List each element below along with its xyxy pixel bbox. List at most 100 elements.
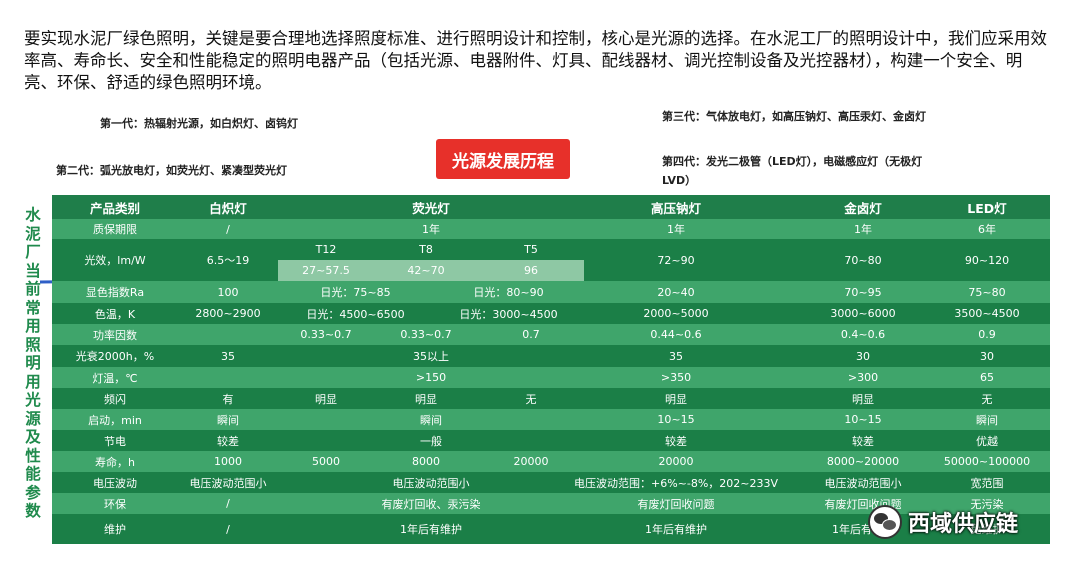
side-title-char: 及 [25, 428, 41, 446]
table-cell: 1000 [214, 455, 242, 468]
table-row: 灯温，℃ >150 >350 >300 65 [52, 367, 1050, 388]
intro-paragraph: 要实现水泥厂绿色照明，关键是要合理地选择照度标准、进行照明设计和控制，核心是光源… [24, 29, 1047, 92]
side-title-char: 源 [25, 409, 41, 428]
table-cell: >300 [847, 371, 879, 384]
table-cell: 色温，K [94, 307, 136, 321]
table-cell: 功率因数 [93, 328, 137, 342]
table-row: 显色指数Ra 100 日光：75~85 日光：80~90 20~40 70~95 75~80 [52, 281, 1050, 303]
table-cell: 高压钠灯 [650, 200, 701, 216]
table-cell: 金卤灯 [844, 200, 882, 216]
table-cell: 日光：3000~4500 [459, 307, 558, 321]
table-cell: 荧光灯 [412, 200, 450, 216]
table-cell: 电压波动范围小 [392, 476, 470, 490]
table-cell: 100 [217, 285, 239, 299]
table-cell: T12 [315, 243, 337, 256]
table-cell: 3500~4500 [954, 307, 1020, 320]
table-row: 启动，min 瞬间 瞬间 10~15 10~15 瞬间 [52, 409, 1050, 430]
table-cell: 6年 [978, 223, 996, 236]
table-header-row: 产品类别 白炽灯 荧光灯 高压钠灯 金卤灯 LED灯 [52, 195, 1050, 219]
side-title-char: 明 [25, 354, 41, 372]
table-cell: 优越 [976, 434, 998, 448]
table-cell: 30 [856, 349, 870, 363]
table-cell: 1年后有维护 [645, 523, 707, 536]
side-title-char: 性 [25, 446, 41, 465]
table-cell: 启动，min [88, 413, 142, 427]
branch-gen3: 第三代：气体放电灯，如高压钠灯、高压汞灯、金卤灯 [662, 110, 926, 123]
table-cell: 明显 [852, 392, 874, 406]
table-cell: 50000~100000 [943, 455, 1031, 468]
table-cell: 20000 [513, 455, 549, 468]
table-cell: 维护 [104, 523, 126, 536]
table-cell: 电压波动范围：+6%~-8%，202~233V [573, 476, 779, 490]
table-cell: 72~90 [657, 253, 695, 267]
table-cell: 0.44~0.6 [650, 328, 702, 341]
table-cell: 1年 [667, 223, 685, 236]
table-row: 光效，lm/W 6.5～19 T12 T8 T5 27~57.5 42~70 96 72~90 7… [52, 239, 1050, 281]
table-cell: 有 [222, 392, 234, 406]
watermark: 西域供应链 [868, 505, 1018, 539]
mindmap-center: 光源发展历程 [436, 139, 570, 179]
table-cell: / [226, 222, 230, 236]
table-cell: 0.9 [978, 328, 996, 341]
table-cell: 无 [525, 392, 537, 406]
side-title: 水泥厂当前常用照明用光源及性能参数 [18, 206, 48, 521]
table-cell: 0.4~0.6 [840, 328, 886, 341]
wechat-logo-icon [868, 505, 902, 539]
table-cell: 42~70 [374, 260, 478, 281]
table-row: 节电 较差 一般 较差 较差 优越 [52, 430, 1050, 451]
table-cell: T8 [419, 243, 433, 256]
table-cell: 明显 [315, 392, 337, 406]
table-cell: 白炽灯 [209, 200, 247, 216]
table-cell: 光效，lm/W [84, 254, 146, 267]
side-title-char: 用 [25, 317, 41, 335]
table-cell: LED灯 [967, 200, 1007, 216]
table-cell: 宽范围 [970, 476, 1004, 490]
table-cell: 产品类别 [89, 200, 140, 216]
side-title-char: 前 [25, 280, 41, 298]
table-cell: 节电 [104, 434, 126, 448]
table-cell: 0.33~0.7 [300, 328, 352, 341]
table-row: 电压波动 电压波动范围小 电压波动范围小 电压波动范围：+6%~-8%，202~233… [52, 472, 1050, 493]
table-cell [178, 367, 278, 388]
table-cell: 70~80 [844, 253, 882, 267]
table-cell: / [226, 522, 230, 536]
table-cell: 27~57.5 [278, 260, 374, 281]
table-cell: 10~15 [844, 413, 882, 426]
table-cell: 一般 [420, 434, 442, 448]
table-cell: T5 [524, 243, 538, 256]
table-cell: 2800~2900 [195, 307, 261, 320]
table-cell: 日光：80~90 [473, 286, 544, 299]
table-cell: 10~15 [657, 413, 695, 426]
table-cell: 环保 [104, 497, 126, 511]
side-title-char: 光 [25, 391, 41, 409]
branch-gen4: 第四代：发光二极管（LED灯），电磁感应灯（无极灯 LVD） [662, 153, 922, 188]
table-cell: 有废灯回收、汞污染 [381, 497, 481, 511]
table-cell: 8000 [412, 455, 440, 468]
table-cell: 明显 [415, 392, 437, 406]
table-cell: 电压波动 [93, 476, 137, 490]
table-row: 频闪 有 明显 明显 无 明显 明显 无 [52, 388, 1050, 409]
table-cell: 8000~20000 [826, 455, 900, 468]
table-cell: 6.5～19 [206, 254, 250, 267]
table-cell: 有废灯回收问题 [637, 497, 715, 511]
table-cell: 电压波动范围小 [189, 476, 267, 490]
side-title-char: 照 [25, 335, 41, 354]
side-title-char: 当 [25, 261, 41, 280]
table-cell: 20000 [658, 455, 694, 468]
table-cell: 90~120 [964, 253, 1010, 267]
table-cell: / [226, 497, 230, 510]
table-cell: 日光：4500~6500 [306, 307, 405, 321]
table-cell: 瞬间 [217, 413, 239, 427]
table-cell: 质保期限 [93, 223, 137, 236]
table-cell: >150 [415, 371, 447, 384]
table-cell [178, 324, 278, 345]
table-cell: 30 [980, 349, 994, 363]
table-cell: 1年 [422, 223, 440, 236]
table-cell: 70~95 [844, 285, 882, 299]
table-row: 色温，K 2800~2900 日光：4500~6500 日光：3000~4500 200… [52, 303, 1050, 324]
side-title-char: 厂 [25, 243, 41, 261]
branch-gen4-line1: 第四代：发光二极管（LED灯），电磁感应灯（无极灯 [662, 155, 923, 168]
table-row: 寿命，h 1000 5000 8000 20000 20000 8000~20000 5000… [52, 451, 1050, 472]
branch-gen1: 第一代：热辐射光源，如白炽灯、卤钨灯 [100, 117, 298, 130]
side-title-char: 能 [25, 465, 41, 483]
